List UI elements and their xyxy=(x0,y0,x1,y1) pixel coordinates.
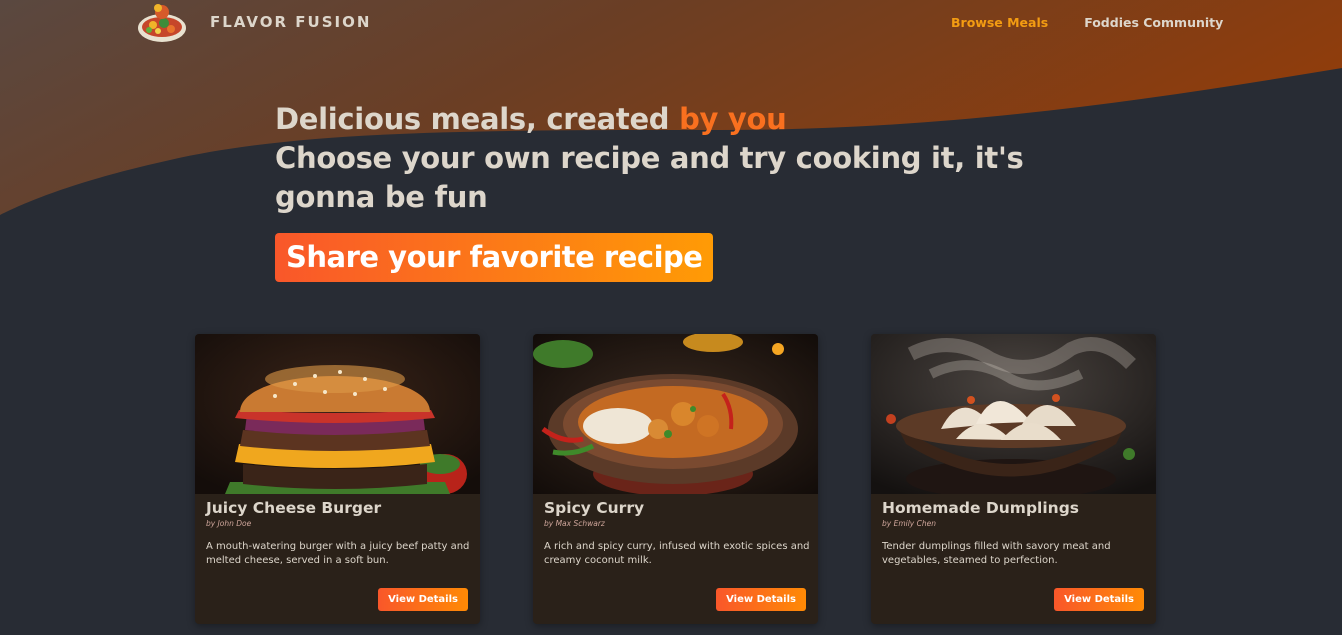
curry-image xyxy=(533,334,818,494)
main-nav: Browse Meals Foddies Community xyxy=(951,15,1223,30)
meal-title: Juicy Cheese Burger xyxy=(206,499,382,517)
brand-name[interactable]: FLAVOR FUSION xyxy=(210,13,371,31)
meal-description: A mouth-watering burger with a juicy bee… xyxy=(206,541,470,566)
hero-heading: Delicious meals, created by you Choose y… xyxy=(275,100,1095,217)
site-header: FLAVOR FUSION Browse Meals Foddies Commu… xyxy=(0,0,1342,50)
logo-icon[interactable] xyxy=(136,0,188,46)
meal-card: Juicy Cheese Burger by John Doe A mouth-… xyxy=(195,334,480,624)
meal-card: Spicy Curry by Max Schwarz A rich and sp… xyxy=(533,334,818,624)
meal-description: Tender dumplings filled with savory meat… xyxy=(882,541,1111,566)
meal-author: by Max Schwarz xyxy=(544,519,605,528)
view-details-button[interactable]: View Details xyxy=(378,588,468,611)
hero-subheading: Choose your own recipe and try cooking i… xyxy=(275,141,1024,214)
meal-title: Spicy Curry xyxy=(544,499,645,517)
meal-title: Homemade Dumplings xyxy=(882,499,1080,517)
meal-author: by John Doe xyxy=(206,519,252,528)
view-details-button[interactable]: View Details xyxy=(1054,588,1144,611)
meals-grid: Juicy Cheese Burger by John Doe A mouth-… xyxy=(195,334,1156,624)
burger-image xyxy=(195,334,480,494)
meal-card: Homemade Dumplings by Emily Chen Tender … xyxy=(871,334,1156,624)
dumplings-image xyxy=(871,334,1156,494)
nav-link-browse-meals[interactable]: Browse Meals xyxy=(951,15,1048,30)
share-recipe-button[interactable]: Share your favorite recipe xyxy=(275,233,714,282)
hero-section: Delicious meals, created by you Choose y… xyxy=(275,100,1095,282)
hero-heading-highlight: by you xyxy=(679,102,787,136)
view-details-button[interactable]: View Details xyxy=(716,588,806,611)
meal-author: by Emily Chen xyxy=(882,519,936,528)
meal-description: A rich and spicy curry, infused with exo… xyxy=(544,541,810,566)
nav-link-foddies-community[interactable]: Foddies Community xyxy=(1084,15,1223,30)
hero-heading-prefix: Delicious meals, created xyxy=(275,102,680,136)
